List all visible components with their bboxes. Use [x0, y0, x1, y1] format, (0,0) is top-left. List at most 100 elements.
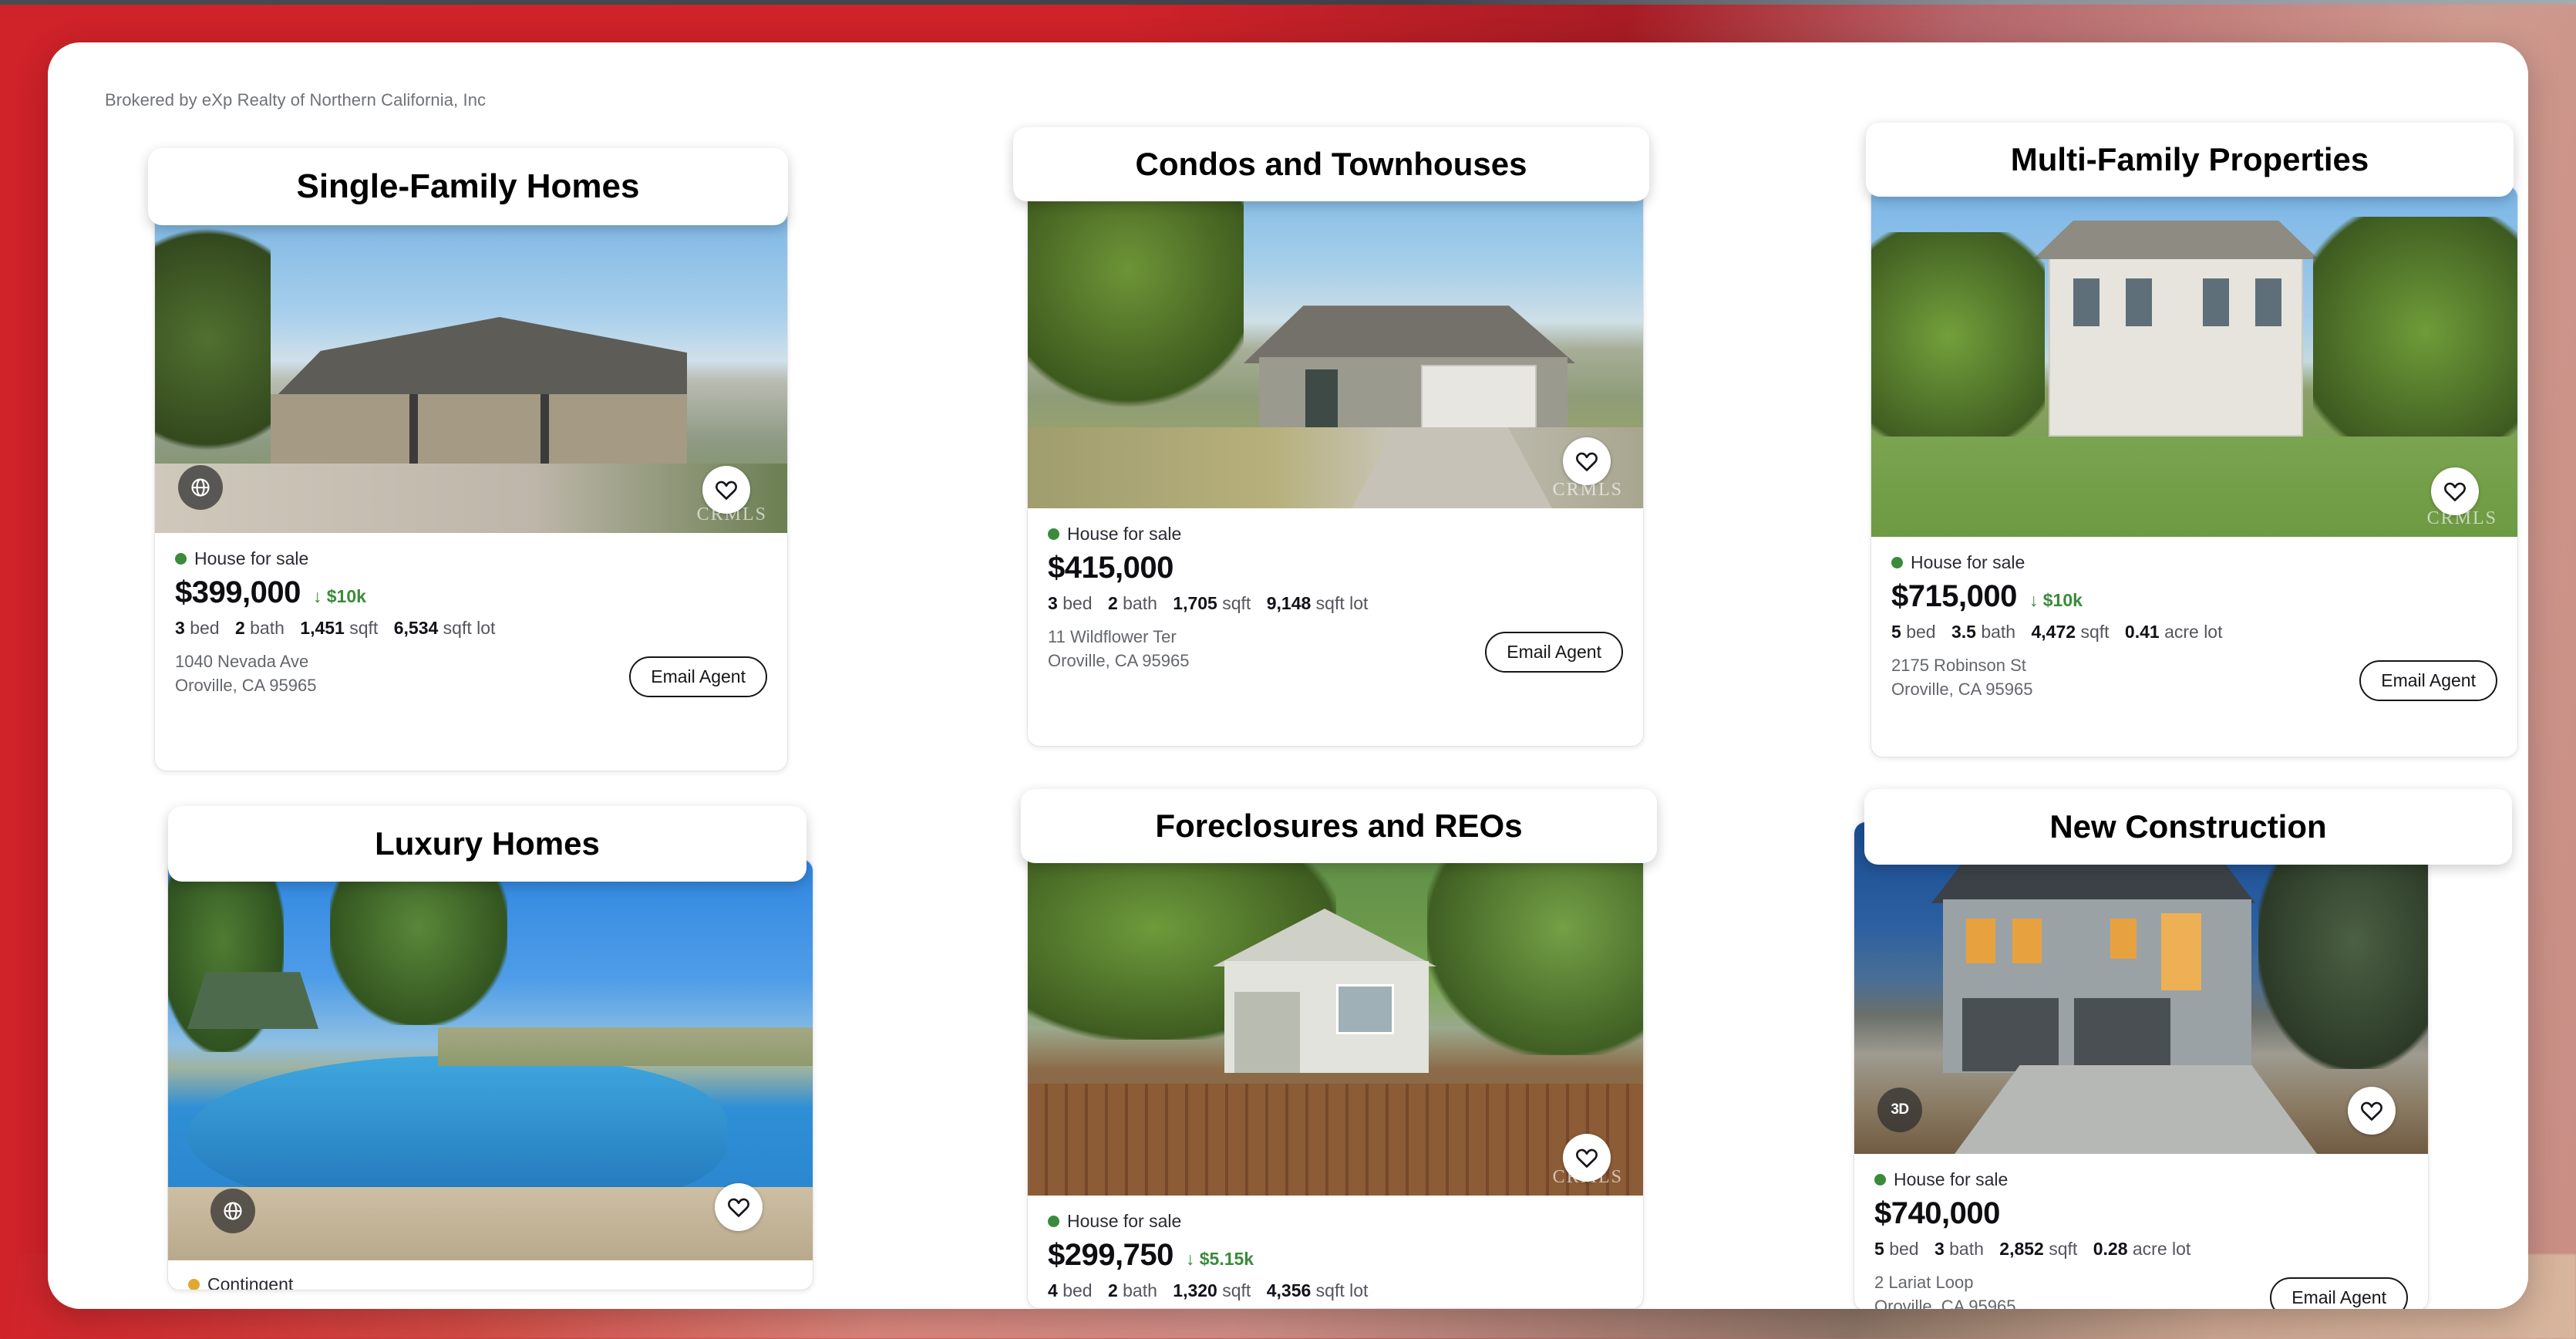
- save-listing-heart-icon[interactable]: [702, 466, 750, 514]
- lot-value: 0.28: [2093, 1239, 2128, 1259]
- address-line-2: Oroville, CA 95965: [1048, 651, 1190, 671]
- price-cut-badge: ↓ $10k: [312, 586, 366, 606]
- category-label-luxury-homes[interactable]: Luxury Homes: [168, 806, 806, 882]
- address-row: 2 Lariat Loop Oroville, CA 95965 Email A…: [1874, 1270, 2408, 1309]
- save-listing-heart-icon[interactable]: [2348, 1087, 2396, 1135]
- listing-card[interactable]: CRMLS House for sale $415,000 3 bed 2 ba…: [1027, 162, 1644, 747]
- status-dot: [1891, 557, 1903, 568]
- baths-value: 3: [1934, 1239, 1945, 1259]
- listing-price: $740,000: [1874, 1196, 2000, 1230]
- baths-unit: bath: [1123, 1280, 1157, 1300]
- beds-unit: bed: [1906, 622, 1936, 642]
- listing-price: $415,000: [1048, 551, 1174, 585]
- photo-window-4: [2255, 278, 2281, 326]
- listing-address: 11 Wildflower Ter Oroville, CA 95965: [1048, 625, 1189, 673]
- photo-window-2: [2126, 278, 2152, 326]
- photo-roof-shape: [2033, 221, 2318, 259]
- listing-details: House for sale $399,000 ↓ $10k 3 bed 2 b…: [155, 533, 787, 714]
- beds-unit: bed: [1062, 1280, 1093, 1300]
- listing-card[interactable]: 3D House for sale $740,000 5 bed 3 bath …: [1854, 821, 2429, 1309]
- photo-garage-door-1: [1962, 998, 2059, 1071]
- lot-unit: sqft lot: [443, 618, 496, 638]
- listing-price: $715,000: [1891, 579, 2017, 613]
- save-listing-heart-icon[interactable]: [1563, 1134, 1611, 1182]
- email-agent-button[interactable]: Email Agent: [1485, 632, 1623, 673]
- baths-value: 2: [234, 618, 245, 638]
- beds-unit: bed: [190, 618, 220, 638]
- listing-address: 1040 Nevada Ave Oroville, CA 95965: [175, 649, 316, 697]
- listing-photo[interactable]: [168, 859, 813, 1260]
- category-label-single-family-homes[interactable]: Single-Family Homes: [148, 148, 788, 225]
- photo-roof-shape: [1931, 861, 2255, 903]
- status-row: House for sale: [1048, 1211, 1623, 1232]
- address-row: 11 Wildflower Ter Oroville, CA 95965 Ema…: [1048, 625, 1623, 673]
- address-line-1: 2 Lariat Loop: [1874, 1273, 1974, 1292]
- sqft-unit: sqft: [1222, 593, 1251, 613]
- price-cut-badge: ↓ $10k: [2029, 590, 2083, 610]
- listing-photo[interactable]: CRMLS: [155, 201, 787, 533]
- beds-value: 3: [175, 618, 185, 638]
- save-listing-heart-icon[interactable]: [715, 1183, 763, 1231]
- photo-building: [2049, 244, 2303, 437]
- broker-disclaimer: Brokered by eXp Realty of Northern Calif…: [105, 90, 487, 110]
- save-listing-heart-icon[interactable]: [1563, 437, 1611, 485]
- baths-unit: bath: [1981, 622, 2016, 642]
- listing-photo[interactable]: 3D: [1854, 822, 2428, 1154]
- photo-tree-left: [155, 228, 271, 475]
- category-label-new-construction[interactable]: New Construction: [1864, 789, 2512, 865]
- listing-card[interactable]: CRMLS House for sale $399,000 ↓ $10k 3 b…: [154, 201, 788, 771]
- address-line-2: Oroville, CA 95965: [1891, 680, 2033, 700]
- save-listing-heart-icon[interactable]: [2431, 467, 2479, 515]
- address-line-2: Oroville, CA 95965: [175, 676, 317, 696]
- listing-photo[interactable]: CRMLS: [1871, 186, 2517, 537]
- photo-window-lit-1: [1966, 919, 1995, 963]
- listing-facts: 5 bed 3 bath 2,852 sqft 0.28 acre lot: [1874, 1239, 2408, 1260]
- listing-price: $399,000: [175, 575, 301, 609]
- listing-photo[interactable]: CRMLS: [1028, 163, 1643, 508]
- beds-value: 4: [1048, 1280, 1058, 1300]
- sqft-unit: sqft: [1222, 1280, 1251, 1300]
- globe-icon[interactable]: [210, 1189, 255, 1233]
- category-label-condos-and-townhouses[interactable]: Condos and Townhouses: [1013, 127, 1649, 201]
- status-row: House for sale: [1874, 1169, 2408, 1190]
- listing-details: House for sale $415,000 3 bed 2 bath 1,7…: [1028, 508, 1643, 690]
- listing-card[interactable]: CRMLS House for sale $715,000 ↓ $10k 5 b…: [1871, 185, 2518, 757]
- photo-lawn: [1028, 427, 1643, 508]
- three-d-tour-icon[interactable]: 3D: [1877, 1088, 1922, 1132]
- listing-card[interactable]: CRMLS House for sale $299,750 ↓ $5.15k 4…: [1027, 846, 1644, 1309]
- listing-card[interactable]: Contingent $1,400,000: [167, 858, 813, 1290]
- three-d-label: 3D: [1891, 1101, 1909, 1118]
- beds-unit: bed: [1062, 593, 1093, 613]
- price-row: $715,000 ↓ $10k: [1891, 579, 2497, 614]
- status-label: House for sale: [1911, 552, 2025, 572]
- email-agent-button[interactable]: Email Agent: [629, 656, 767, 698]
- listing-facts: 5 bed 3.5 bath 4,472 sqft 0.41 acre lot: [1891, 622, 2497, 643]
- listing-details: House for sale $299,750 ↓ $5.15k 4 bed 2…: [1028, 1196, 1643, 1308]
- email-agent-button[interactable]: Email Agent: [2359, 660, 2497, 702]
- category-label-multi-family-properties[interactable]: Multi-Family Properties: [1866, 123, 2514, 197]
- category-label-foreclosures-and-reos[interactable]: Foreclosures and REOs: [1021, 789, 1657, 863]
- backdrop-top-strip: [0, 0, 2576, 5]
- status-dot: [1048, 1216, 1059, 1227]
- lot-value: 0.41: [2124, 622, 2160, 642]
- address-line-1: 1040 Nevada Ave: [175, 652, 309, 671]
- photo-garage-door-2: [2074, 998, 2170, 1071]
- photo-fence: [1028, 1084, 1643, 1196]
- photo-window-3: [2203, 278, 2229, 326]
- status-row: House for sale: [175, 548, 767, 569]
- status-row: Contingent: [188, 1274, 793, 1290]
- globe-icon[interactable]: [178, 465, 223, 510]
- sqft-value: 1,705: [1173, 593, 1217, 613]
- sqft-value: 1,320: [1173, 1280, 1217, 1300]
- listing-facts: 3 bed 2 bath 1,451 sqft 6,534 sqft lot: [175, 618, 767, 639]
- photo-tree-left: [1871, 232, 2045, 464]
- price-row: $415,000: [1048, 551, 1623, 585]
- address-line-1: 11 Wildflower Ter: [1048, 627, 1177, 646]
- sqft-unit: sqft: [349, 618, 379, 638]
- sqft-value: 1,451: [300, 618, 345, 638]
- beds-value: 5: [1874, 1239, 1884, 1259]
- listing-photo[interactable]: CRMLS: [1028, 847, 1643, 1196]
- beds-value: 3: [1048, 593, 1058, 613]
- status-label: House for sale: [1067, 524, 1182, 544]
- email-agent-button[interactable]: Email Agent: [2270, 1277, 2408, 1309]
